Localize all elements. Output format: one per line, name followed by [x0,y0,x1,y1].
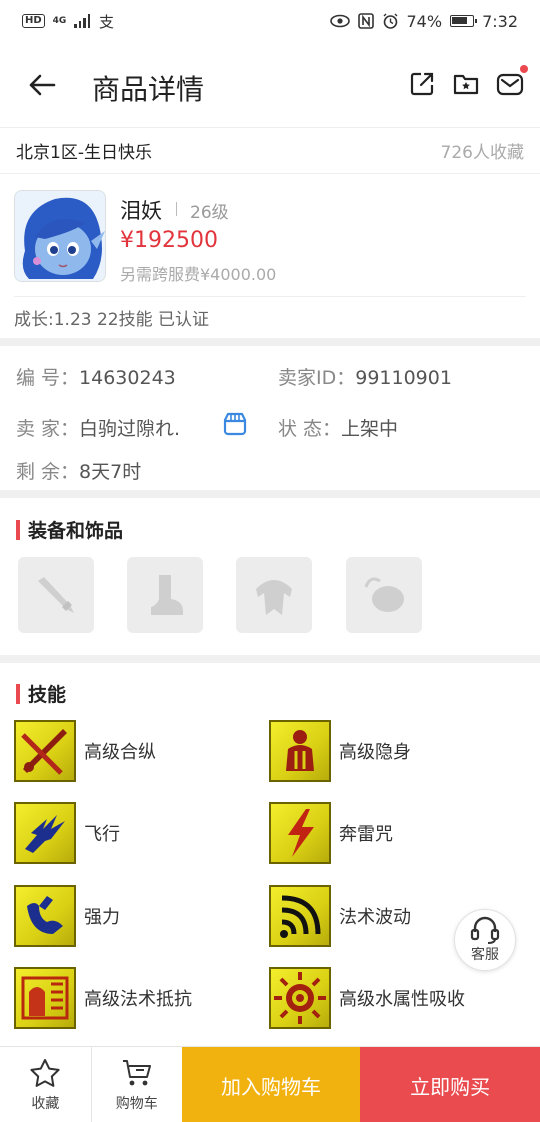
skill-item[interactable]: 高级法术抵抗 [14,967,192,1029]
cart-icon [122,1060,151,1086]
cart-button[interactable]: 购物车 [90,1047,182,1122]
favorite-label: 收藏 [31,1096,60,1112]
character-level: 26级 [176,198,229,223]
character-card[interactable]: 泪妖 26级 ¥192500 另需跨服费¥4000.00 [0,175,540,295]
folder-button[interactable] [452,70,480,98]
skill-icon-strength [14,885,76,947]
favorite-button[interactable]: 收藏 [0,1047,91,1122]
buy-now-button[interactable]: 立即购买 [360,1047,540,1122]
skills-title: 技能 [16,680,66,707]
hd-indicator: HD [22,14,45,28]
folder-star-icon [453,74,479,95]
remaining-value: 8天7时 [79,461,142,483]
skill-item[interactable]: 高级水属性吸收 [269,967,465,1029]
character-avatar[interactable] [14,190,106,282]
equipment-slot-armor[interactable] [236,557,312,633]
cart-label: 购物车 [115,1096,158,1112]
alipay-icon: 支 [99,13,114,29]
skill-icon-stealth [269,720,331,782]
remaining: 剩 余：8天7时 [16,457,141,484]
character-name: 泪妖 [120,199,162,223]
skill-label: 强力 [84,907,120,928]
skill-item[interactable]: 高级隐身 [269,720,411,782]
status-bar: HD 4G 支 74% 7:32 [0,0,540,42]
status: 状 态：上架中 [278,414,398,441]
shop-icon[interactable] [222,411,248,437]
bottom-action-bar: 收藏 购物车 加入购物车 立即购买 [0,1046,540,1122]
price: ¥192500 [120,228,218,253]
equipment-title: 装备和饰品 [16,516,123,543]
battery-percent: 74% [406,11,443,31]
skill-item[interactable]: 飞行 [14,802,120,864]
nav-bar: 商品详情 [0,42,540,128]
skill-label: 奔雷咒 [339,824,393,845]
skill-icon-fly [14,802,76,864]
customer-service-button[interactable]: 客服 [454,909,516,971]
skill-label: 高级合纵 [84,742,156,763]
seller-id-value: 99110901 [355,367,452,389]
equipment-slot-accessory[interactable] [346,557,422,633]
skill-item[interactable]: 法术波动 [269,885,411,947]
add-to-cart-button[interactable]: 加入购物车 [181,1047,361,1122]
notification-dot [520,65,528,73]
status-label: 状 态： [278,418,342,440]
seller-label: 卖 家： [16,418,80,440]
weapon-icon [38,577,74,613]
armor-icon [256,580,292,615]
share-button[interactable] [408,70,436,98]
battery-icon [450,15,478,27]
seller-value: 白驹过隙れ. [79,418,181,440]
back-arrow-icon[interactable] [26,69,58,101]
skill-icon-wave [269,885,331,947]
share-icon [410,72,434,96]
message-button[interactable] [496,65,528,98]
mail-icon [496,73,524,96]
skill-label: 高级法术抵抗 [84,989,192,1010]
skill-label: 法术波动 [339,907,411,928]
item-id-label: 编 号： [16,367,80,389]
skill-icon-combo [14,720,76,782]
skill-icon-resist [14,967,76,1029]
network-type: 4G [52,16,67,26]
svg-text:支: 支 [99,13,114,29]
status-value: 上架中 [341,418,399,440]
growth-info: 成长:1.23 22技能 已认证 [14,296,526,338]
alarm-icon [383,13,397,29]
equipment-slot-weapon[interactable] [18,557,94,633]
clock: 7:32 [482,11,518,31]
nfc-icon [357,13,374,29]
page-title: 商品详情 [92,73,205,106]
section-divider [0,490,540,498]
equipment-slot-boots[interactable] [127,557,203,633]
eye-icon [329,14,350,28]
headset-icon [470,916,500,944]
signal-icon [74,14,91,28]
cross-server-fee: 另需跨服费¥4000.00 [120,265,277,284]
boots-icon [151,575,183,615]
customer-service-label: 客服 [471,947,499,963]
accessory-icon [364,577,404,612]
section-divider [0,338,540,346]
skill-label: 高级水属性吸收 [339,989,465,1010]
seller-id: 卖家ID：99110901 [278,363,452,390]
seller: 卖 家：白驹过隙れ. [16,414,180,441]
skill-item[interactable]: 强力 [14,885,120,947]
skill-label: 飞行 [84,824,120,845]
skill-item[interactable]: 奔雷咒 [269,802,393,864]
skill-icon-water-absorb [269,967,331,1029]
server-name: 北京1区-生日快乐 [16,143,152,163]
item-id: 编 号：14630243 [16,363,176,390]
server-row: 北京1区-生日快乐 726人收藏 [0,128,540,174]
remaining-label: 剩 余： [16,461,80,483]
skill-item[interactable]: 高级合纵 [14,720,156,782]
star-icon [30,1059,61,1087]
item-id-value: 14630243 [79,367,176,389]
seller-id-label: 卖家ID： [278,367,356,389]
favorite-count: 726人收藏 [440,143,524,163]
section-divider [0,655,540,663]
skill-icon-thunder [269,802,331,864]
skill-label: 高级隐身 [339,742,411,763]
